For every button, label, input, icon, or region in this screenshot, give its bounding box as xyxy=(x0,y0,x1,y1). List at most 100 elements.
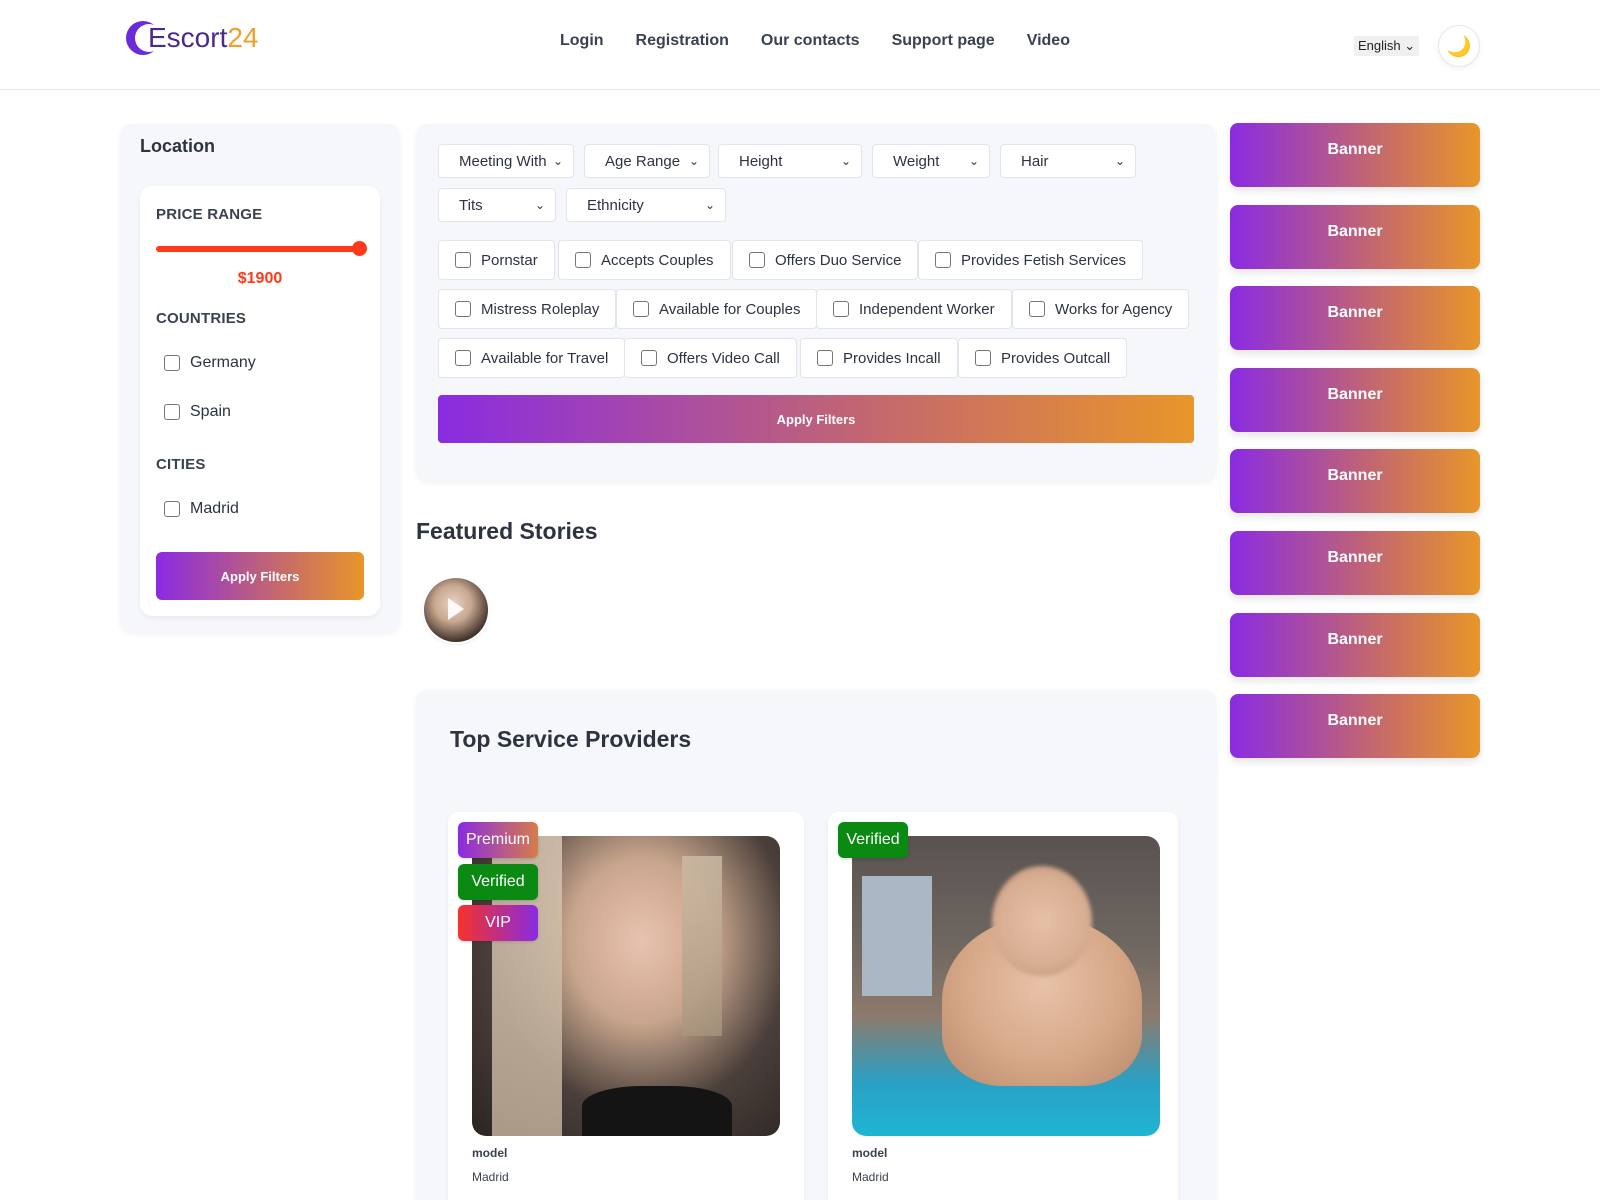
banner[interactable]: Banner xyxy=(1230,694,1480,758)
provider-city: Madrid xyxy=(852,1170,889,1184)
filter-label: Provides Fetish Services xyxy=(961,251,1127,269)
select-height[interactable]: Height ⌄ xyxy=(718,144,862,178)
provider-photo[interactable] xyxy=(852,836,1160,1136)
checkbox[interactable] xyxy=(164,355,180,371)
checkbox[interactable] xyxy=(817,350,833,366)
nav-registration[interactable]: Registration xyxy=(636,32,729,50)
checkbox[interactable] xyxy=(641,350,657,366)
nav-login[interactable]: Login xyxy=(560,32,604,50)
provider-card[interactable]: Verified model Madrid xyxy=(828,812,1178,1200)
select-ethnicity[interactable]: Ethnicity ⌄ xyxy=(566,188,726,222)
banner[interactable]: Banner xyxy=(1230,205,1480,269)
site-logo[interactable]: Escort24 xyxy=(126,18,259,58)
select-meeting-with[interactable]: Meeting With ⌄ xyxy=(438,144,574,178)
filter-label: Pornstar xyxy=(481,251,538,269)
filter-provides-outcall[interactable]: Provides Outcall xyxy=(958,338,1128,378)
chevron-down-icon: ⌄ xyxy=(534,198,545,212)
location-title: Location xyxy=(140,136,215,156)
banner[interactable]: Banner xyxy=(1230,531,1480,595)
filter-label: Provides Incall xyxy=(843,349,941,367)
filter-available-for-couples[interactable]: Available for Couples xyxy=(616,289,818,329)
site-header: Escort24 Login Registration Our contacts… xyxy=(0,0,1600,90)
moon-icon: 🌙 xyxy=(1446,35,1472,58)
checkbox[interactable] xyxy=(633,301,649,317)
country-spain[interactable]: Spain xyxy=(164,403,231,421)
select-tits[interactable]: Tits ⌄ xyxy=(438,188,556,222)
select-label: Tits xyxy=(459,196,483,214)
filter-label: Provides Outcall xyxy=(1001,349,1111,367)
checkbox[interactable] xyxy=(1029,301,1045,317)
chevron-down-icon: ⌄ xyxy=(968,154,979,168)
filter-provides-fetish-services[interactable]: Provides Fetish Services xyxy=(918,240,1144,280)
select-label: Ethnicity xyxy=(587,196,644,214)
select-label: Age Range xyxy=(605,152,681,170)
provider-card[interactable]: Premium Verified VIP model Madrid xyxy=(448,812,804,1200)
filter-offers-video-call[interactable]: Offers Video Call xyxy=(624,338,797,378)
banner[interactable]: Banner xyxy=(1230,286,1480,350)
checkbox[interactable] xyxy=(164,501,180,517)
verified-badge: Verified xyxy=(838,822,908,858)
filter-label: Independent Worker xyxy=(859,300,995,318)
checkbox[interactable] xyxy=(975,350,991,366)
location-filters: PRICE RANGE $1900 COUNTRIES Germany Spai… xyxy=(140,186,380,616)
filter-available-for-travel[interactable]: Available for Travel xyxy=(438,338,626,378)
top-providers-title: Top Service Providers xyxy=(450,726,692,752)
filter-provides-incall[interactable]: Provides Incall xyxy=(800,338,958,378)
country-germany[interactable]: Germany xyxy=(164,354,256,372)
country-label: Germany xyxy=(190,354,256,371)
select-weight[interactable]: Weight ⌄ xyxy=(872,144,990,178)
filter-label: Works for Agency xyxy=(1055,300,1173,318)
banner[interactable]: Banner xyxy=(1230,613,1480,677)
filter-independent-worker[interactable]: Independent Worker xyxy=(816,289,1012,329)
verified-badge: Verified xyxy=(458,864,538,900)
filter-mistress-roleplay[interactable]: Mistress Roleplay xyxy=(438,289,617,329)
filter-works-for-agency[interactable]: Works for Agency xyxy=(1012,289,1190,329)
sidebar-apply-filters-button[interactable]: Apply Filters xyxy=(156,552,364,600)
top-providers-section: Top Service Providers Premium Verified V… xyxy=(416,690,1216,1200)
checkbox[interactable] xyxy=(455,252,471,268)
language-select[interactable]: English xyxy=(1354,36,1420,56)
checkbox[interactable] xyxy=(935,252,951,268)
checkbox[interactable] xyxy=(833,301,849,317)
filter-accepts-couples[interactable]: Accepts Couples xyxy=(558,240,731,280)
checkbox[interactable] xyxy=(455,350,471,366)
nav-video[interactable]: Video xyxy=(1027,32,1070,50)
select-age-range[interactable]: Age Range ⌄ xyxy=(584,144,710,178)
select-label: Weight xyxy=(893,152,940,170)
story-avatar[interactable] xyxy=(424,578,488,642)
main-nav: Login Registration Our contacts Support … xyxy=(560,32,1102,50)
price-slider-thumb[interactable] xyxy=(352,241,367,256)
country-label: Spain xyxy=(190,403,231,420)
banner[interactable]: Banner xyxy=(1230,449,1480,513)
apply-filters-button[interactable]: Apply Filters xyxy=(438,395,1194,443)
checkbox[interactable] xyxy=(749,252,765,268)
checkbox[interactable] xyxy=(164,404,180,420)
city-label: Madrid xyxy=(190,500,239,517)
price-value: $1900 xyxy=(237,270,283,287)
filter-label: Offers Duo Service xyxy=(775,251,902,269)
price-range-label: PRICE RANGE xyxy=(156,206,263,223)
select-hair[interactable]: Hair ⌄ xyxy=(1000,144,1136,178)
nav-support-page[interactable]: Support page xyxy=(892,32,995,50)
premium-badge: Premium xyxy=(458,822,538,858)
banner[interactable]: Banner xyxy=(1230,123,1480,187)
language-select-value: English xyxy=(1358,38,1401,53)
city-madrid[interactable]: Madrid xyxy=(164,500,239,518)
provider-city: Madrid xyxy=(472,1170,509,1184)
photo-detail xyxy=(992,866,1092,976)
filter-label: Accepts Couples xyxy=(601,251,714,269)
filter-pornstar[interactable]: Pornstar xyxy=(438,240,555,280)
theme-toggle-button[interactable]: 🌙 xyxy=(1438,25,1480,67)
filter-label: Mistress Roleplay xyxy=(481,300,600,318)
photo-detail xyxy=(862,876,932,996)
filter-offers-duo-service[interactable]: Offers Duo Service xyxy=(732,240,919,280)
checkbox[interactable] xyxy=(455,301,471,317)
provider-name[interactable]: model xyxy=(472,1146,507,1160)
chevron-down-icon: ⌄ xyxy=(1114,154,1125,168)
nav-our-contacts[interactable]: Our contacts xyxy=(761,32,860,50)
filter-label: Available for Travel xyxy=(481,349,609,367)
banner[interactable]: Banner xyxy=(1230,368,1480,432)
checkbox[interactable] xyxy=(575,252,591,268)
price-slider-track[interactable] xyxy=(156,246,364,252)
provider-name[interactable]: model xyxy=(852,1146,887,1160)
